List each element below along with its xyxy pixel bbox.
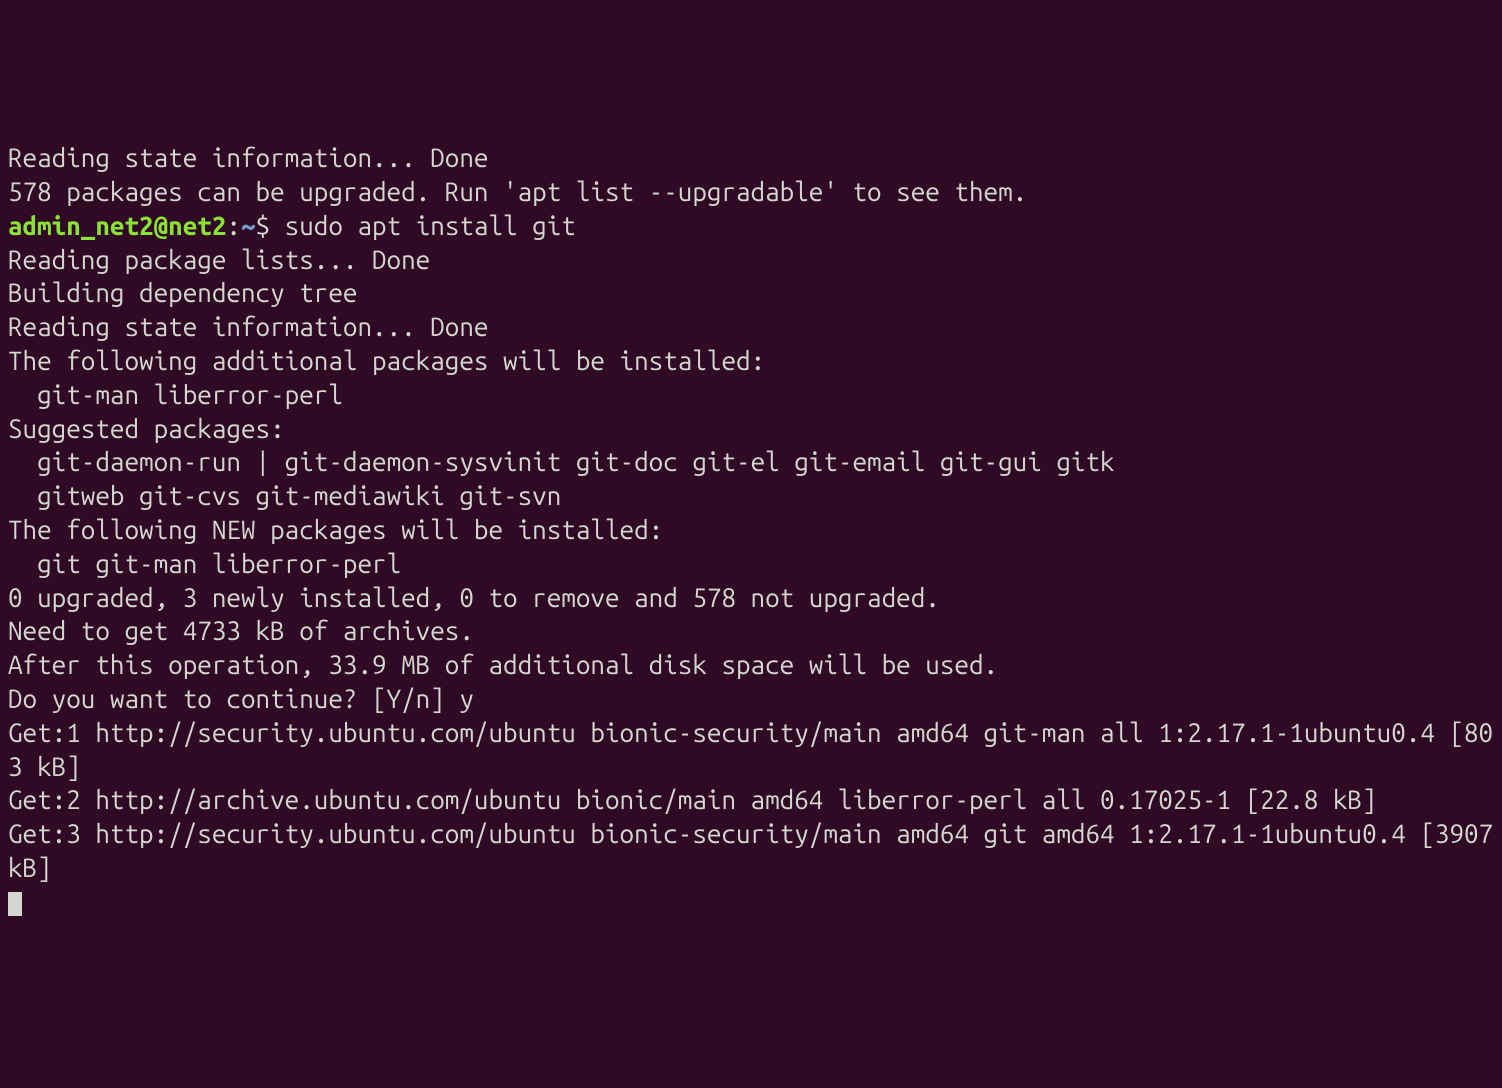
output-line: Reading package lists... Done (8, 243, 1494, 277)
cursor (8, 892, 22, 916)
output-line: Get:2 http://archive.ubuntu.com/ubuntu b… (8, 783, 1494, 817)
output-line: 578 packages can be upgraded. Run 'apt l… (8, 175, 1494, 209)
output-line: Get:1 http://security.ubuntu.com/ubuntu … (8, 716, 1494, 784)
prompt-dollar: $ (256, 211, 285, 240)
output-line: After this operation, 33.9 MB of additio… (8, 648, 1494, 682)
output-line: Do you want to continue? [Y/n] y (8, 682, 1494, 716)
output-line: Reading state information... Done (8, 141, 1494, 175)
output-line: The following NEW packages will be insta… (8, 513, 1494, 547)
output-line: The following additional packages will b… (8, 344, 1494, 378)
output-line: Get:3 http://security.ubuntu.com/ubuntu … (8, 817, 1494, 885)
command-text: sudo apt install git (285, 211, 576, 240)
prompt-user-host: admin_net2@net2 (8, 211, 226, 240)
output-line: Reading state information... Done (8, 310, 1494, 344)
terminal-output[interactable]: Reading state information... Done578 pac… (8, 141, 1494, 918)
output-line: gitweb git-cvs git-mediawiki git-svn (8, 479, 1494, 513)
output-line: Need to get 4733 kB of archives. (8, 614, 1494, 648)
output-line: git-man liberror-perl (8, 378, 1494, 412)
output-line: git git-man liberror-perl (8, 547, 1494, 581)
prompt-colon: : (226, 211, 241, 240)
prompt-path: ~ (241, 211, 256, 240)
prompt-line: admin_net2@net2:~$ sudo apt install git (8, 209, 1494, 243)
output-line: 0 upgraded, 3 newly installed, 0 to remo… (8, 581, 1494, 615)
output-line: Building dependency tree (8, 276, 1494, 310)
output-line: git-daemon-run | git-daemon-sysvinit git… (8, 445, 1494, 479)
output-line: Suggested packages: (8, 412, 1494, 446)
